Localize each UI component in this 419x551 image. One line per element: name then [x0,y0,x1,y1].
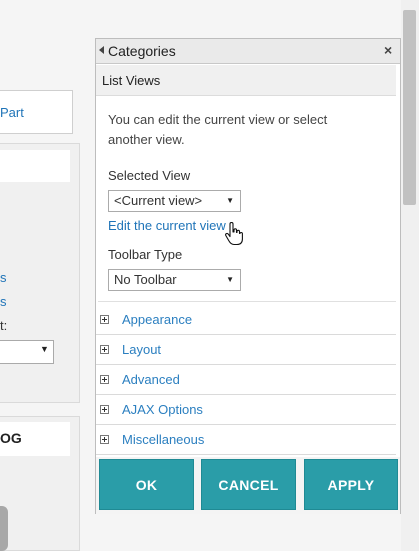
expand-plus-icon[interactable] [100,315,109,324]
close-icon[interactable]: × [384,41,392,59]
cancel-button[interactable]: CANCEL [201,459,296,510]
tool-pane: Categories × List Views You can edit the… [95,38,401,514]
dropdown-arrow-icon: ▼ [226,196,234,205]
background-link[interactable]: s [0,294,7,309]
background-scroll-thumb[interactable] [0,506,8,551]
accordion-label: Miscellaneous [122,432,205,447]
section-description: You can edit the current view or select … [108,112,328,147]
section-title: List Views [102,73,161,88]
accordion-label: Advanced [122,372,180,387]
toolbar-type-select[interactable]: No Toolbar ▼ [108,269,241,291]
accordion-miscellaneous[interactable]: Miscellaneous [96,425,396,455]
ok-button[interactable]: OK [99,459,194,510]
list-views-section-header[interactable]: List Views [96,65,396,96]
selected-view-label: Selected View [108,168,191,183]
accordion-layout[interactable]: Layout [96,335,396,365]
expand-plus-icon[interactable] [100,345,109,354]
accordion-label: Appearance [122,312,193,327]
tool-pane-footer: OK CANCEL APPLY [96,457,400,514]
background-panel [0,143,80,403]
dropdown-arrow-icon: ▼ [40,344,49,354]
accordion-label: AJAX Options [122,402,203,417]
background-bar [0,150,70,182]
selected-view-select[interactable]: <Current view> ▼ [108,190,241,212]
background-link[interactable]: s [0,270,7,285]
collapse-arrow-icon[interactable] [99,46,104,54]
apply-button[interactable]: APPLY [304,459,398,510]
toolbar-type-label: Toolbar Type [108,247,183,262]
accordion-advanced[interactable]: Advanced [96,365,396,395]
accordion-appearance[interactable]: Appearance [96,305,396,335]
tool-pane-header: Categories × [96,39,400,64]
toolbar-type-value: No Toolbar [114,272,177,287]
expand-plus-icon[interactable] [100,435,109,444]
edit-current-view-link[interactable]: Edit the current view [108,218,226,233]
page-scrollbar-thumb[interactable] [403,10,416,205]
dropdown-arrow-icon: ▼ [226,275,234,284]
expand-plus-icon[interactable] [100,375,109,384]
background-label: t: [0,318,8,333]
tool-pane-title: Categories [108,43,176,59]
web-part-link[interactable]: Part [0,105,24,120]
hand-pointer-cursor-icon [225,222,243,246]
accordion-label: Layout [122,342,162,357]
section-divider [98,301,396,302]
accordion-ajax-options[interactable]: AJAX Options [96,395,396,425]
selected-view-value: <Current view> [114,193,203,208]
expand-plus-icon[interactable] [100,405,109,414]
background-title: OG [0,430,22,446]
